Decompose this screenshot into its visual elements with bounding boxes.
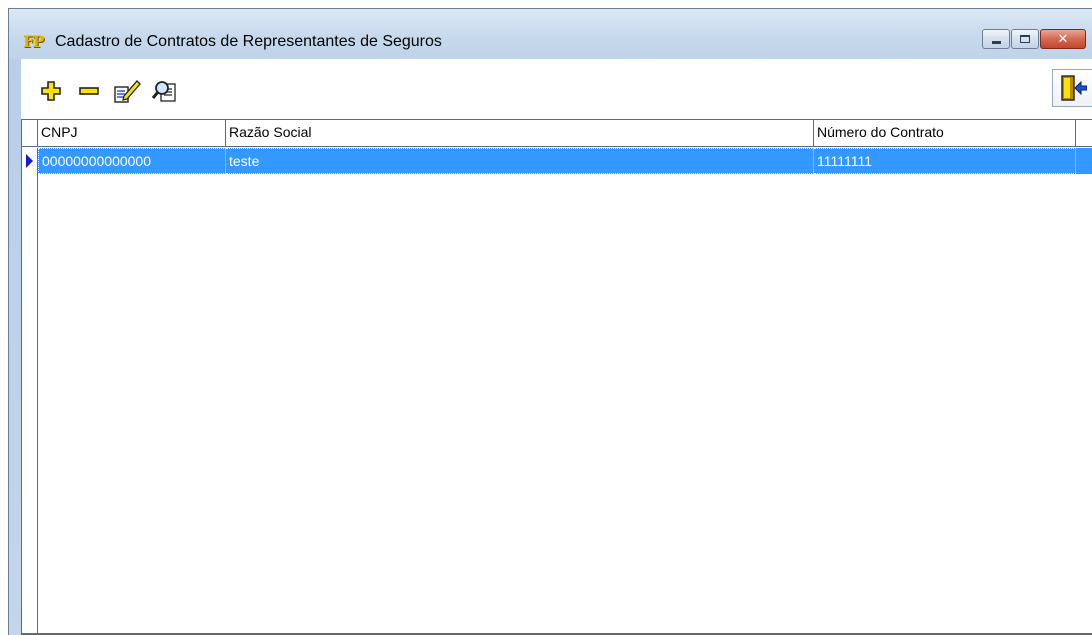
minus-icon <box>79 87 99 95</box>
toolbar <box>21 59 1092 119</box>
contracts-grid[interactable]: CNPJ Razão Social Número do Contrato 000… <box>21 119 1092 635</box>
minimize-button[interactable] <box>982 29 1010 49</box>
maximize-button[interactable] <box>1011 29 1039 49</box>
table-row[interactable]: 00000000000000 teste 11111111 <box>22 148 1092 174</box>
exit-door-icon <box>1060 75 1087 101</box>
title-bar[interactable]: FP Cadastro de Contratos de Representant… <box>9 9 1092 59</box>
row-indicator <box>22 148 38 174</box>
plus-icon <box>41 81 61 101</box>
row-indicator-column <box>22 174 38 633</box>
maximize-icon <box>1020 35 1030 43</box>
app-logo: FP <box>23 32 44 51</box>
current-row-arrow-icon <box>26 154 33 168</box>
caption-buttons: ✕ <box>982 29 1086 49</box>
grid-header: CNPJ Razão Social Número do Contrato <box>22 120 1092 147</box>
main-window: FP Cadastro de Contratos de Representant… <box>8 8 1092 635</box>
search-button[interactable] <box>151 77 179 105</box>
close-icon: ✕ <box>1057 31 1069 47</box>
window-title: Cadastro de Contratos de Representantes … <box>55 33 442 50</box>
remove-button[interactable] <box>75 77 103 105</box>
minimize-icon <box>991 40 1001 44</box>
column-header-numero-contrato[interactable]: Número do Contrato <box>814 120 1076 147</box>
column-header-cnpj[interactable]: CNPJ <box>38 120 226 147</box>
close-button[interactable]: ✕ <box>1040 29 1086 49</box>
cell-cnpj[interactable]: 00000000000000 <box>38 148 226 174</box>
add-button[interactable] <box>37 77 65 105</box>
search-icon <box>151 81 176 102</box>
column-header-razao-social[interactable]: Razão Social <box>226 120 814 147</box>
edit-button[interactable] <box>113 77 141 105</box>
indicator-header <box>22 120 38 146</box>
edit-icon <box>114 80 141 103</box>
cell-numero-contrato[interactable]: 11111111 <box>814 148 1076 174</box>
cell-razao-social[interactable]: teste <box>226 148 814 174</box>
exit-button[interactable] <box>1052 69 1092 107</box>
